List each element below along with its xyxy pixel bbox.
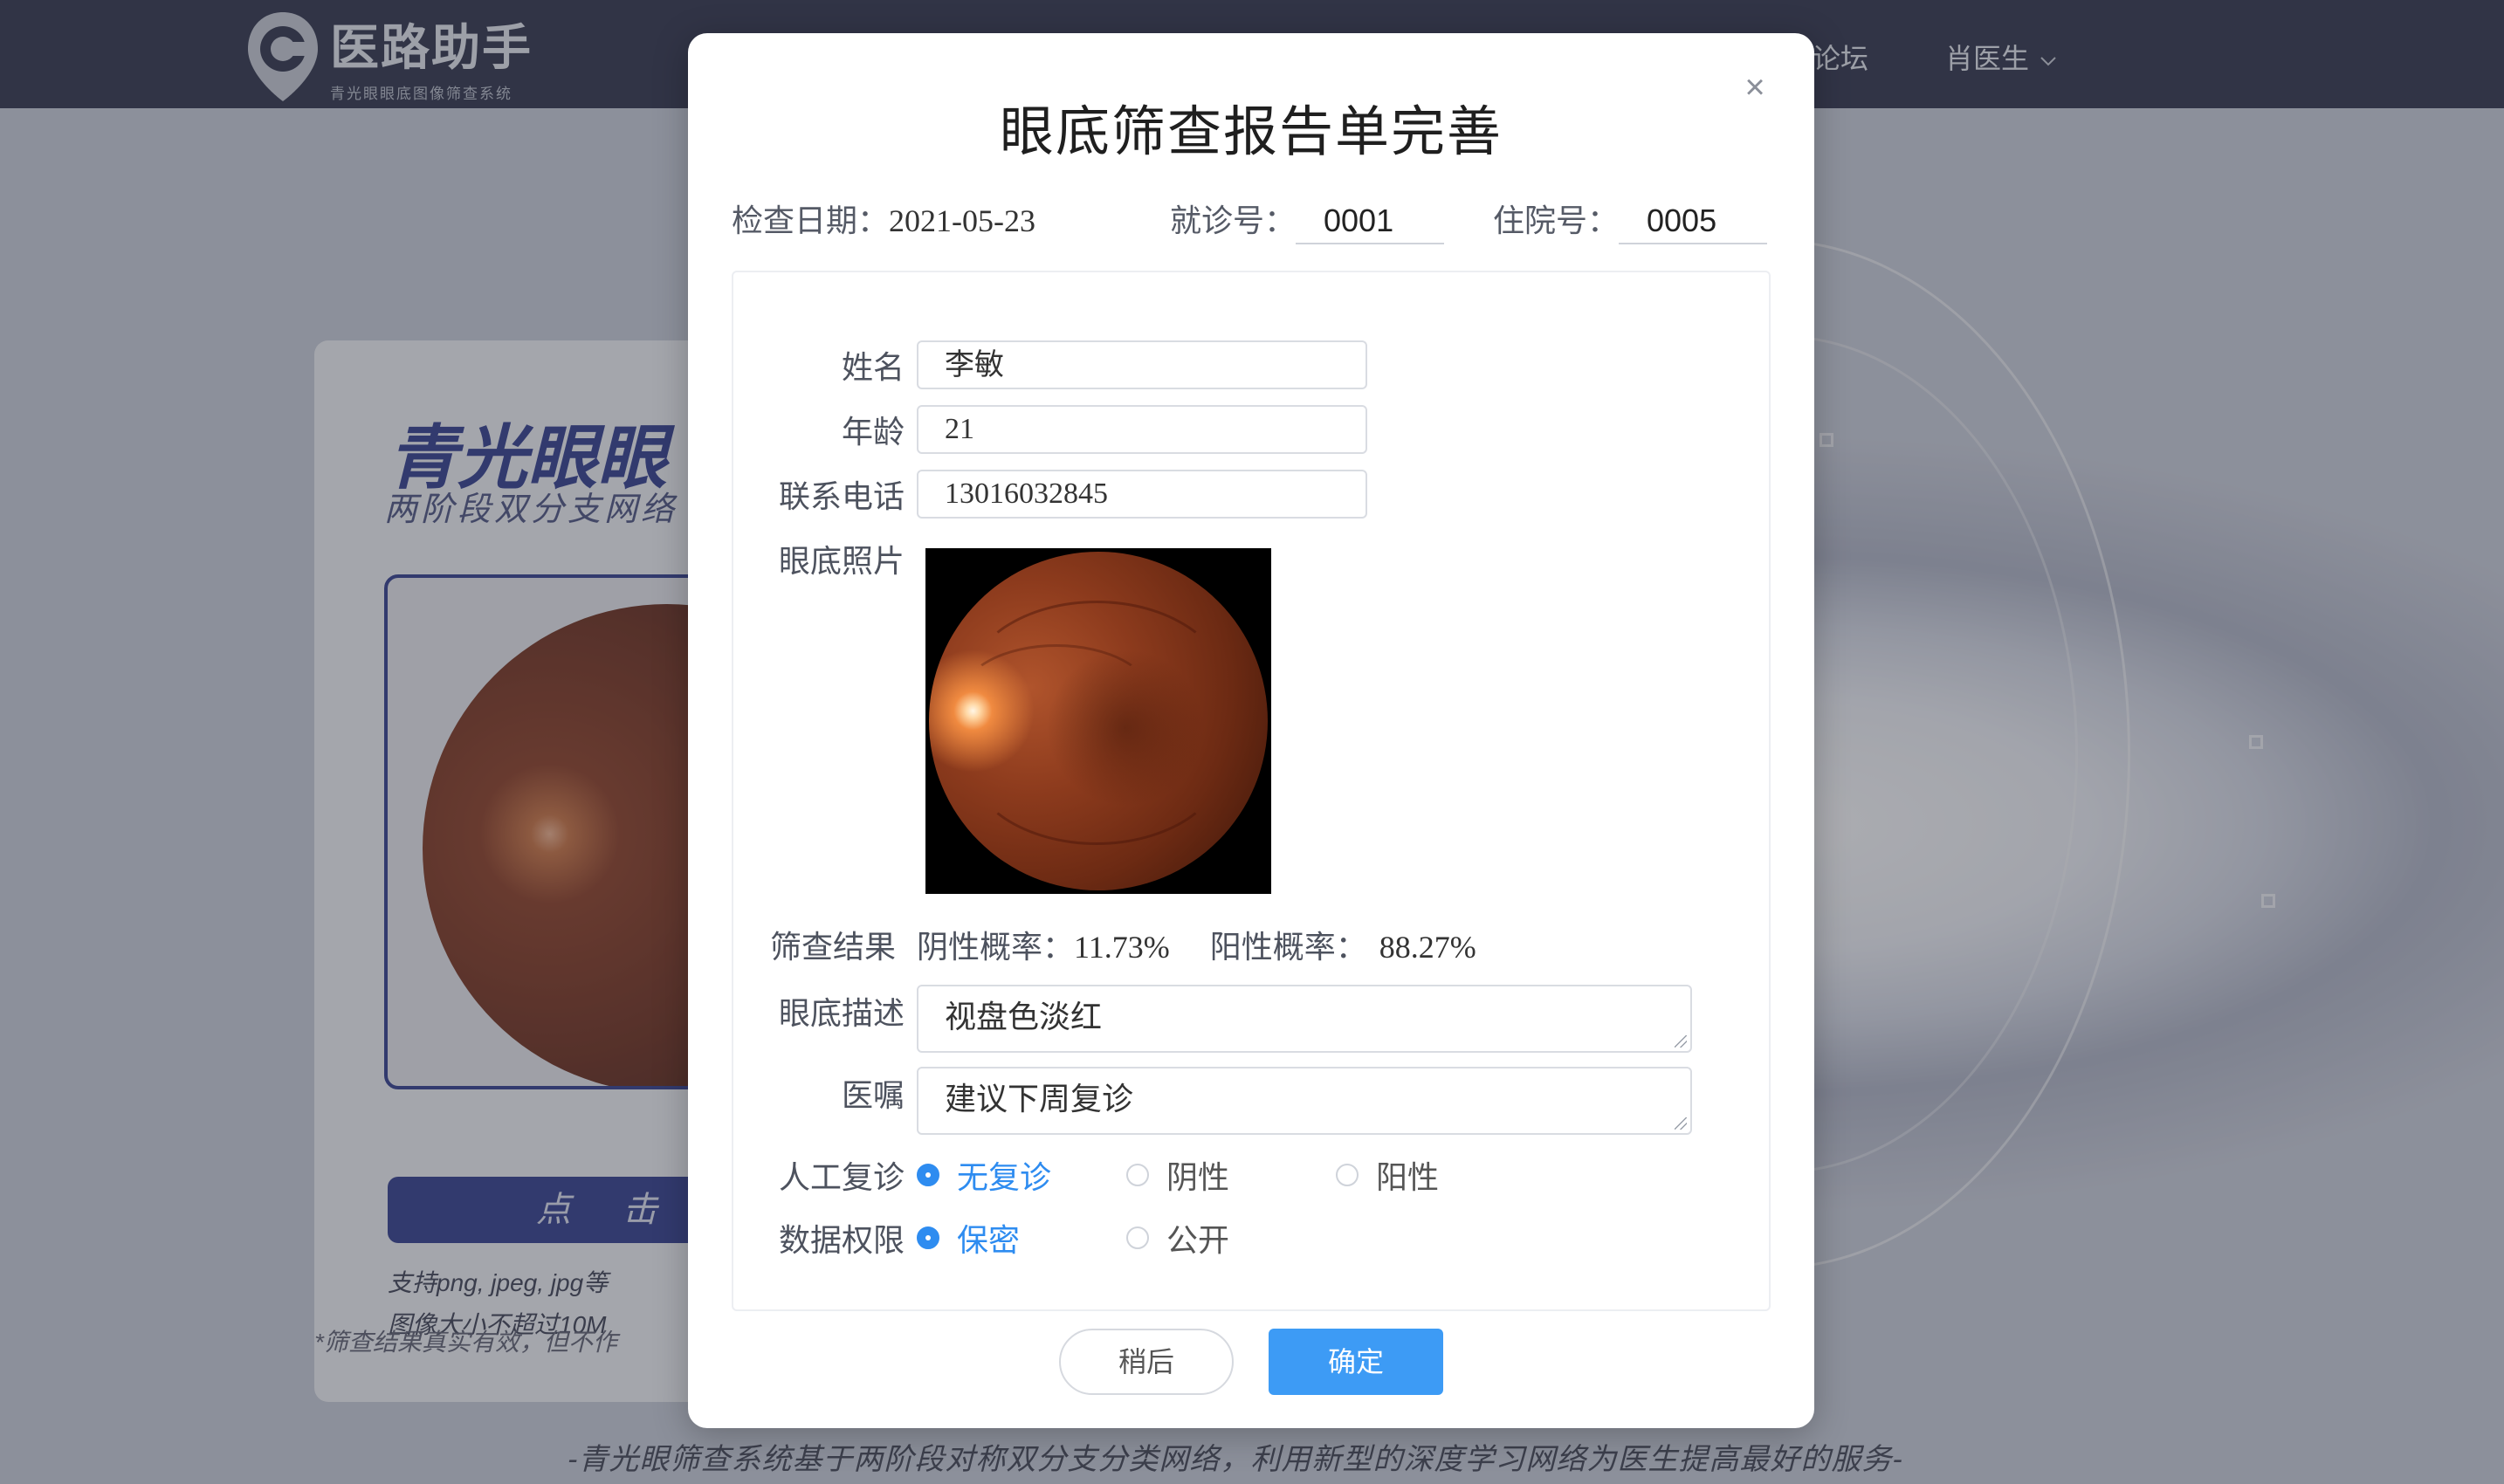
- permission-option-private[interactable]: 保密: [917, 1215, 1020, 1261]
- review-option-none[interactable]: 无复诊: [917, 1152, 1051, 1198]
- data-permission-label: 数据权限: [778, 1222, 905, 1258]
- description-value: 视盘色淡红: [945, 999, 1103, 1034]
- visit-number: 就诊号： 0001: [1170, 196, 1445, 244]
- advice-value: 建议下周复诊: [945, 1081, 1134, 1116]
- phone-label: 联系电话: [778, 478, 905, 514]
- name-field[interactable]: 李敏: [917, 340, 1367, 389]
- manual-review-label: 人工复诊: [778, 1159, 905, 1195]
- exam-date-value: 2021-05-23: [889, 203, 1035, 238]
- advice-label: 医嘱: [841, 1077, 905, 1113]
- radio-unchecked-icon: [1336, 1164, 1359, 1186]
- fundus-photo-label: 眼底照片: [778, 543, 905, 579]
- fundus-photo: [925, 548, 1271, 894]
- name-label: 姓名: [841, 349, 905, 385]
- visit-number-field[interactable]: 0001: [1296, 203, 1445, 244]
- radio-checked-icon: [917, 1226, 939, 1249]
- review-option-negative[interactable]: 阴性: [1126, 1152, 1229, 1198]
- negative-probability-value: 11.73%: [1074, 930, 1170, 965]
- negative-probability-label: 阴性概率：: [917, 929, 1075, 965]
- radio-checked-icon: [917, 1164, 939, 1186]
- positive-probability-label: 阳性概率：: [1209, 929, 1367, 965]
- later-button[interactable]: 稍后: [1059, 1329, 1234, 1395]
- phone-field[interactable]: 13016032845: [917, 470, 1367, 519]
- radio-unchecked-icon: [1126, 1164, 1149, 1186]
- inpatient-number: 住院号： 0005: [1493, 196, 1768, 244]
- exam-date: 检查日期：2021-05-23: [732, 196, 1035, 241]
- positive-probability-value: 88.27%: [1379, 930, 1476, 965]
- radio-unchecked-icon: [1126, 1226, 1149, 1249]
- retina-vessel: [960, 644, 1152, 749]
- permission-option-public-label: 公开: [1166, 1222, 1230, 1258]
- permission-option-private-label: 保密: [957, 1222, 1021, 1258]
- resize-handle-icon[interactable]: [1675, 1035, 1687, 1048]
- screening-result-label: 筛查结果: [770, 929, 897, 965]
- age-field[interactable]: 21: [917, 405, 1367, 454]
- inpatient-number-label: 住院号：: [1493, 203, 1620, 238]
- review-option-none-label: 无复诊: [957, 1159, 1052, 1195]
- age-label: 年龄: [841, 414, 905, 450]
- description-label: 眼底描述: [778, 995, 905, 1031]
- visit-number-label: 就诊号：: [1170, 203, 1297, 238]
- review-option-positive[interactable]: 阳性: [1336, 1152, 1439, 1198]
- modal-title: 眼底筛查报告单完善: [999, 102, 1503, 162]
- report-modal: × 眼底筛查报告单完善 检查日期：2021-05-23 就诊号： 0001 住院号…: [688, 33, 1814, 1428]
- footer-text: -青光眼筛查系统基于两阶段对称双分支分类网络，利用新型的深度学习网络为医生提高最…: [568, 1443, 1903, 1476]
- permission-option-public[interactable]: 公开: [1126, 1215, 1229, 1261]
- review-option-positive-label: 阳性: [1376, 1159, 1440, 1195]
- description-textarea[interactable]: 视盘色淡红: [917, 985, 1692, 1053]
- resize-handle-icon[interactable]: [1675, 1117, 1687, 1130]
- exam-date-label: 检查日期：: [732, 203, 890, 238]
- review-option-negative-label: 阴性: [1166, 1159, 1230, 1195]
- advice-textarea[interactable]: 建议下周复诊: [917, 1067, 1692, 1135]
- screening-result: 筛查结果 阴性概率：11.73% 阳性概率： 88.27%: [770, 922, 1476, 967]
- confirm-button[interactable]: 确定: [1269, 1329, 1443, 1395]
- inpatient-number-field[interactable]: 0005: [1619, 203, 1768, 244]
